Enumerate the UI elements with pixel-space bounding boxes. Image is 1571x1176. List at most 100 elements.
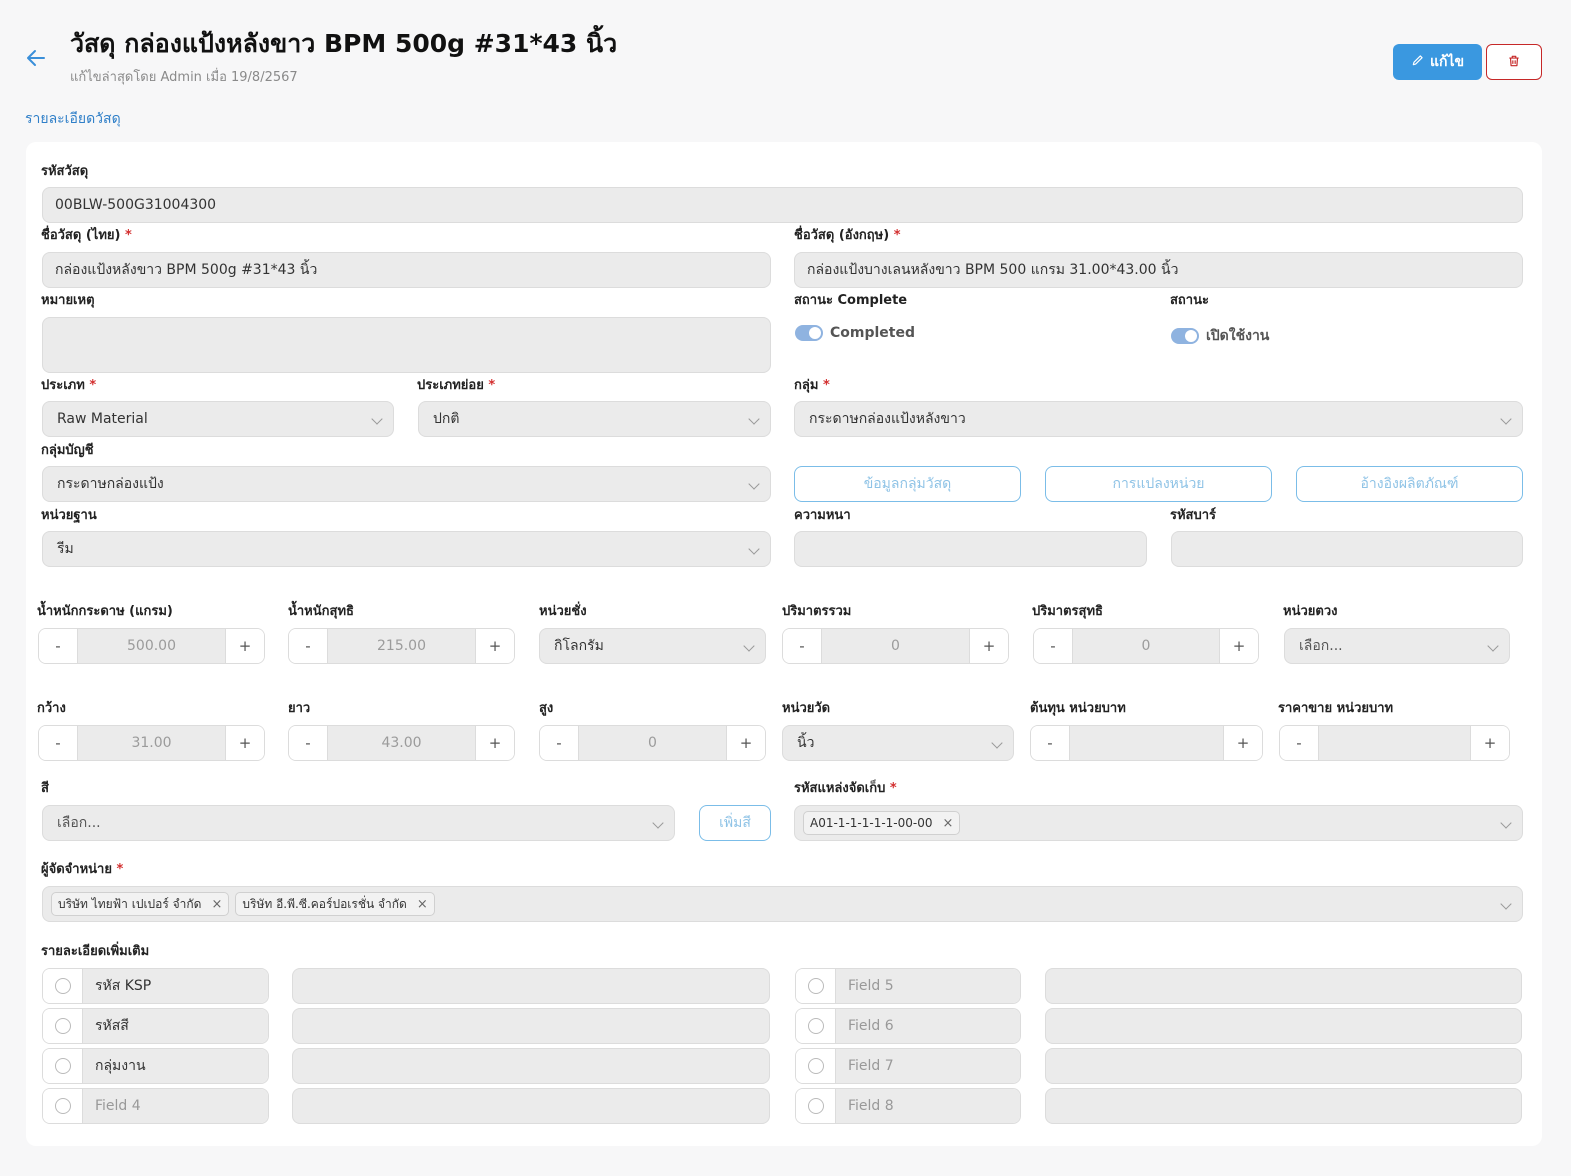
delete-button[interactable]: [1486, 44, 1542, 80]
add-color-button[interactable]: เพิ่มสี: [699, 805, 771, 841]
toggle-switch[interactable]: [795, 325, 823, 341]
extra-field-input[interactable]: [292, 1048, 770, 1084]
color-select[interactable]: เลือก...: [42, 805, 675, 841]
group-info-button[interactable]: ข้อมูลกลุ่มวัสดุ: [794, 466, 1021, 502]
type-select-value: Raw Material: [57, 411, 148, 427]
decrement-button[interactable]: -: [39, 629, 77, 663]
extra-field-toggle[interactable]: Field 4: [42, 1088, 269, 1124]
price-stepper[interactable]: - +: [1279, 725, 1510, 761]
net-volume-stepper[interactable]: - 0 +: [1033, 628, 1259, 664]
extra-field-input[interactable]: [1045, 1008, 1522, 1044]
type-label: ประเภท *: [41, 378, 97, 393]
close-icon[interactable]: ×: [211, 897, 222, 912]
cost-stepper[interactable]: - +: [1030, 725, 1263, 761]
supplier-multiselect[interactable]: บริษัท ไทยฟ้า เปเปอร์ จำกัด × บริษัท อี.พ…: [42, 886, 1523, 922]
extra-field-toggle[interactable]: Field 8: [795, 1088, 1021, 1124]
checkbox[interactable]: [43, 969, 83, 1003]
decrement-button[interactable]: -: [1280, 726, 1318, 760]
increment-button[interactable]: +: [476, 726, 514, 760]
measure-unit-select[interactable]: เลือก...: [1284, 628, 1510, 664]
width-value[interactable]: 31.00: [77, 726, 226, 760]
extra-field-input[interactable]: [292, 1088, 770, 1124]
extra-field-toggle[interactable]: รหัสสี: [42, 1008, 269, 1044]
name-th-field[interactable]: กล่องแป้งหลังขาว BPM 500g #31*43 นิ้ว: [42, 252, 771, 288]
price-value[interactable]: [1318, 726, 1471, 760]
gross-volume-value[interactable]: 0: [821, 629, 970, 663]
toggle-switch[interactable]: [1171, 328, 1199, 344]
extra-field-input[interactable]: [1045, 1088, 1522, 1124]
decrement-button[interactable]: -: [289, 726, 327, 760]
note-field[interactable]: [42, 317, 771, 373]
location-multiselect[interactable]: A01-1-1-1-1-1-00-00 ×: [794, 805, 1523, 841]
status-complete-toggle[interactable]: Completed: [795, 325, 915, 341]
extra-field-toggle[interactable]: Field 5: [795, 968, 1021, 1004]
account-group-select[interactable]: กระดาษกล่องแป้ง: [42, 466, 771, 502]
type-select[interactable]: Raw Material: [42, 401, 394, 437]
decrement-button[interactable]: -: [289, 629, 327, 663]
increment-button[interactable]: +: [226, 726, 264, 760]
paper-weight-stepper[interactable]: - 500.00 +: [38, 628, 265, 664]
checkbox[interactable]: [796, 1049, 836, 1083]
barcode-field[interactable]: [1171, 531, 1523, 567]
height-value[interactable]: 0: [578, 726, 727, 760]
checkbox[interactable]: [796, 1089, 836, 1123]
extra-field-input[interactable]: [292, 968, 770, 1004]
decrement-button[interactable]: -: [540, 726, 578, 760]
name-en-field[interactable]: กล่องแป้งบางเลนหลังขาว BPM 500 แกรม 31.0…: [794, 252, 1523, 288]
location-label: รหัสแหล่งจัดเก็บ *: [794, 781, 897, 796]
back-arrow-icon[interactable]: [24, 46, 48, 70]
close-icon[interactable]: ×: [417, 897, 428, 912]
increment-button[interactable]: +: [970, 629, 1008, 663]
checkbox[interactable]: [43, 1009, 83, 1043]
checkbox[interactable]: [43, 1089, 83, 1123]
checkbox[interactable]: [796, 969, 836, 1003]
measure-unit-label: หน่วยตวง: [1283, 604, 1338, 619]
width-stepper[interactable]: - 31.00 +: [38, 725, 265, 761]
measure-unit-placeholder: เลือก...: [1299, 638, 1343, 654]
decrement-button[interactable]: -: [1031, 726, 1069, 760]
height-stepper[interactable]: - 0 +: [539, 725, 766, 761]
weigh-unit-select[interactable]: กิโลกรัม: [539, 628, 766, 664]
net-volume-value[interactable]: 0: [1072, 629, 1220, 663]
increment-button[interactable]: +: [226, 629, 264, 663]
increment-button[interactable]: +: [1220, 629, 1258, 663]
product-ref-button[interactable]: อ้างอิงผลิตภัณฑ์: [1296, 466, 1523, 502]
increment-button[interactable]: +: [476, 629, 514, 663]
extra-field-input[interactable]: [1045, 1048, 1522, 1084]
edit-button[interactable]: แก้ไข: [1393, 44, 1482, 80]
group-select[interactable]: กระดาษกล่องแป้งหลังขาว: [794, 401, 1523, 437]
increment-button[interactable]: +: [727, 726, 765, 760]
decrement-button[interactable]: -: [39, 726, 77, 760]
length-value[interactable]: 43.00: [327, 726, 476, 760]
code-label: รหัสวัสดุ: [41, 164, 89, 179]
close-icon[interactable]: ×: [943, 816, 954, 831]
net-weight-value[interactable]: 215.00: [327, 629, 476, 663]
subtype-select[interactable]: ปกติ: [418, 401, 771, 437]
checkbox[interactable]: [43, 1049, 83, 1083]
decrement-button[interactable]: -: [1034, 629, 1072, 663]
increment-button[interactable]: +: [1471, 726, 1509, 760]
last-edited-info: แก้ไขล่าสุดโดย Admin เมื่อ 19/8/2567: [70, 70, 298, 85]
cost-value[interactable]: [1069, 726, 1224, 760]
extra-field-toggle[interactable]: รหัส KSP: [42, 968, 269, 1004]
gross-volume-stepper[interactable]: - 0 +: [782, 628, 1009, 664]
checkbox[interactable]: [796, 1009, 836, 1043]
chip-label: บริษัท อี.พี.ซี.คอร์ปอเรชั่น จำกัด: [242, 896, 407, 911]
dim-unit-select[interactable]: นิ้ว: [782, 725, 1014, 761]
extra-field-toggle[interactable]: Field 7: [795, 1048, 1021, 1084]
status-toggle[interactable]: เปิดใช้งาน: [1171, 325, 1269, 347]
net-weight-stepper[interactable]: - 215.00 +: [288, 628, 515, 664]
tab-material-details[interactable]: รายละเอียดวัสดุ: [25, 108, 121, 130]
extra-field-input[interactable]: [292, 1008, 770, 1044]
extra-field-input[interactable]: [1045, 968, 1522, 1004]
length-stepper[interactable]: - 43.00 +: [288, 725, 515, 761]
decrement-button[interactable]: -: [783, 629, 821, 663]
base-unit-select[interactable]: รีม: [42, 531, 771, 567]
extra-field-toggle[interactable]: Field 6: [795, 1008, 1021, 1044]
paper-weight-value[interactable]: 500.00: [77, 629, 226, 663]
thickness-field[interactable]: [794, 531, 1147, 567]
extra-field-toggle[interactable]: กลุ่มงาน: [42, 1048, 269, 1084]
code-field[interactable]: 00BLW-500G31004300: [42, 187, 1523, 223]
unit-convert-button[interactable]: การแปลงหน่วย: [1045, 466, 1272, 502]
increment-button[interactable]: +: [1224, 726, 1262, 760]
